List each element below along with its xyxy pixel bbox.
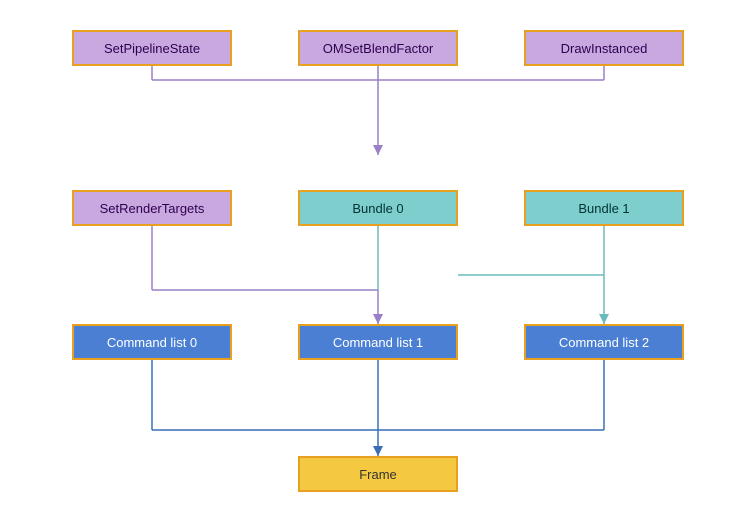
frame-node: Frame (298, 456, 458, 492)
cmdlist0-node: Command list 0 (72, 324, 232, 360)
set-pipeline-state-label: SetPipelineState (104, 41, 200, 56)
cmdlist2-label: Command list 2 (559, 335, 649, 350)
frame-label: Frame (359, 467, 397, 482)
set-pipeline-state-node: SetPipelineState (72, 30, 232, 66)
bundle1-label: Bundle 1 (578, 201, 629, 216)
draw-instanced-label: DrawInstanced (561, 41, 648, 56)
set-render-targets-label: SetRenderTargets (100, 201, 205, 216)
arrows-layer (0, 0, 752, 528)
bundle0-node: Bundle 0 (298, 190, 458, 226)
cmdlist2-node: Command list 2 (524, 324, 684, 360)
bundle0-label: Bundle 0 (352, 201, 403, 216)
bundle1-node: Bundle 1 (524, 190, 684, 226)
set-render-targets-node: SetRenderTargets (72, 190, 232, 226)
cmdlist1-label: Command list 1 (333, 335, 423, 350)
cmdlist0-label: Command list 0 (107, 335, 197, 350)
cmdlist1-node: Command list 1 (298, 324, 458, 360)
om-set-blend-label: OMSetBlendFactor (323, 41, 434, 56)
om-set-blend-factor-node: OMSetBlendFactor (298, 30, 458, 66)
diagram: SetPipelineState OMSetBlendFactor DrawIn… (0, 0, 752, 528)
draw-instanced-node: DrawInstanced (524, 30, 684, 66)
